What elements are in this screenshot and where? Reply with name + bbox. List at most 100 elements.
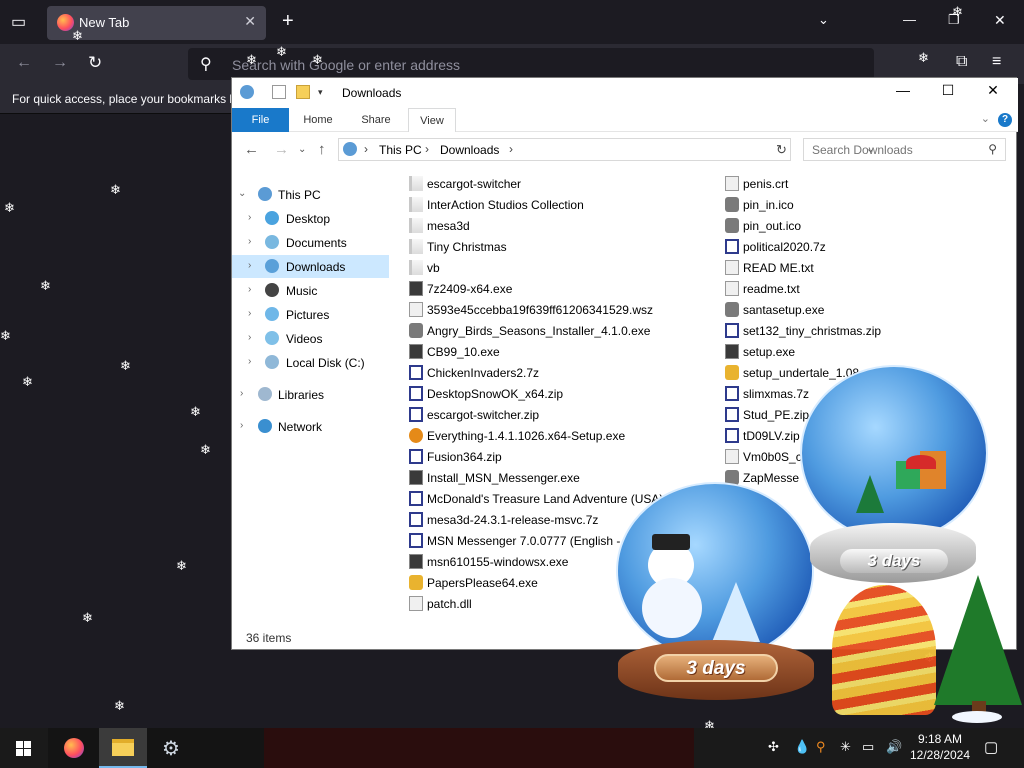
minimize-button[interactable]: — (903, 12, 916, 27)
tray-snowflake-icon[interactable]: ✳ (840, 739, 851, 755)
properties-icon[interactable] (272, 85, 286, 99)
file-item[interactable]: READ ME.txt (725, 257, 1024, 278)
file-item[interactable]: InterAction Studios Collection (409, 194, 709, 215)
ribbon-home-tab[interactable]: Home (294, 108, 342, 132)
explorer-minimize-button[interactable]: — (880, 82, 926, 104)
ribbon-share-tab[interactable]: Share (352, 108, 400, 132)
reload-icon[interactable]: ↻ (88, 53, 102, 73)
tray-drop-icon[interactable]: 💧 (794, 739, 810, 755)
volume-icon[interactable]: 🔊 (886, 739, 902, 755)
file-item[interactable]: Angry_Birds_Seasons_Installer_4.1.0.exe (409, 320, 709, 341)
file-item[interactable]: escargot-switcher (409, 173, 709, 194)
chevron-right-icon[interactable]: › (248, 236, 251, 247)
doc-file-icon (409, 596, 423, 611)
search-input[interactable] (804, 139, 974, 160)
nav-item-network[interactable]: › Network (232, 415, 389, 438)
chevron-right-icon[interactable]: › (248, 332, 251, 343)
nav-item-local-disk[interactable]: › Local Disk (C:) (232, 351, 389, 374)
chevron-right-icon[interactable]: › (248, 308, 251, 319)
notifications-icon[interactable]: ▢ (984, 738, 998, 756)
chevron-right-icon[interactable]: › (240, 420, 243, 431)
file-item[interactable]: santasetup.exe (725, 299, 1024, 320)
extensions-icon[interactable]: ⧉ (956, 53, 967, 71)
file-item[interactable]: setup.exe (725, 341, 1024, 362)
file-item[interactable]: escargot-switcher.zip (409, 404, 709, 425)
breadcrumb-separator-icon[interactable]: › (364, 142, 368, 156)
breadcrumb-downloads[interactable]: Downloads (440, 143, 499, 157)
address-bar[interactable]: › This PC › Downloads › ⌄ (338, 138, 875, 161)
nav-item-videos[interactable]: › Videos (232, 327, 389, 350)
file-name: ChickenInvaders2.7z (427, 366, 540, 380)
expanded-icon[interactable]: ⌄ (238, 188, 246, 199)
new-folder-icon[interactable] (296, 85, 310, 99)
file-item[interactable]: Tiny Christmas (409, 236, 709, 257)
chevron-right-icon[interactable]: › (240, 388, 243, 399)
ribbon-expand-icon[interactable]: ⌄ (981, 112, 990, 125)
nav-label: This PC (278, 188, 321, 202)
customize-qat-icon[interactable]: ▾ (318, 87, 328, 101)
file-item[interactable]: readme.txt (725, 278, 1024, 299)
address-row: ← → ⌄ ↑ › This PC › Downloads › ⌄ ↻ ⚲ (232, 133, 1018, 167)
doc-file-icon (725, 281, 739, 296)
breadcrumb-this-pc[interactable]: This PC (379, 143, 422, 157)
file-item[interactable]: Everything-1.4.1.1026.x64-Setup.exe (409, 425, 709, 446)
up-arrow-icon[interactable]: ↑ (318, 141, 326, 158)
explorer-maximize-button[interactable]: ☐ (925, 82, 971, 104)
chevron-right-icon[interactable]: › (248, 284, 251, 295)
explorer-close-button[interactable]: ✕ (970, 82, 1016, 104)
nav-item-desktop[interactable]: › Desktop (232, 207, 389, 230)
nav-item-downloads[interactable]: › Downloads (232, 255, 389, 278)
file-item[interactable]: DesktopSnowOK_x64.zip (409, 383, 709, 404)
file-item[interactable]: penis.crt (725, 173, 1024, 194)
file-item[interactable]: pin_out.ico (725, 215, 1024, 236)
nav-item-libraries[interactable]: › Libraries (232, 383, 389, 406)
ribbon-file-tab[interactable]: File (232, 108, 289, 132)
tray-search-icon[interactable]: ⚲ (816, 739, 826, 755)
forward-icon[interactable]: → (52, 54, 68, 72)
tab-close-button[interactable]: ✕ (244, 13, 256, 30)
taskbar-settings-button[interactable]: ⚙ (148, 728, 196, 768)
start-button[interactable] (0, 728, 48, 768)
file-item[interactable]: 3593e45ccebba19f639ff61206341529.wsz (409, 299, 709, 320)
tab-list-icon[interactable]: ▭ (11, 12, 26, 32)
file-name: Everything-1.4.1.1026.x64-Setup.exe (427, 429, 626, 443)
search-box[interactable]: ⚲ (803, 138, 1006, 161)
help-icon[interactable]: ? (998, 113, 1012, 127)
close-button[interactable]: ✕ (994, 12, 1006, 29)
taskbar-explorer-button[interactable] (99, 728, 147, 768)
file-item[interactable]: set132_tiny_christmas.zip (725, 320, 1024, 341)
url-bar[interactable]: ⚲ Search with Google or enter address (188, 48, 874, 80)
file-item[interactable]: Fusion364.zip (409, 446, 709, 467)
taskbar-clock[interactable]: 9:18 AM 12/28/2024 (904, 731, 976, 763)
back-icon[interactable]: ← (16, 54, 32, 72)
tray-app-icon[interactable]: ✣ (768, 739, 779, 755)
file-item[interactable]: mesa3d (409, 215, 709, 236)
forward-arrow-icon[interactable]: → (274, 141, 289, 158)
breadcrumb-separator-icon[interactable]: › (509, 142, 513, 156)
network-icon[interactable]: ▭ (862, 739, 874, 755)
file-item[interactable]: 7z2409-x64.exe (409, 278, 709, 299)
file-item[interactable]: political2020.7z (725, 236, 1024, 257)
menu-icon[interactable]: ≡ (992, 53, 1001, 71)
file-item[interactable]: vb (409, 257, 709, 278)
back-arrow-icon[interactable]: ← (244, 141, 259, 158)
nav-item-music[interactable]: › Music (232, 279, 389, 302)
nav-item-documents[interactable]: › Documents (232, 231, 389, 254)
new-tab-button[interactable]: + (282, 10, 294, 33)
breadcrumb-separator-icon[interactable]: › (425, 142, 429, 156)
ribbon-view-tab[interactable]: View (408, 108, 456, 132)
snowflake-icon: ❄ (200, 442, 211, 457)
taskbar-firefox-button[interactable] (50, 728, 98, 768)
nav-label: Desktop (286, 212, 331, 226)
chevron-right-icon[interactable]: › (248, 356, 251, 367)
file-item[interactable]: ChickenInvaders2.7z (409, 362, 709, 383)
list-all-tabs-icon[interactable]: ⌄ (818, 12, 829, 28)
file-item[interactable]: pin_in.ico (725, 194, 1024, 215)
recent-locations-icon[interactable]: ⌄ (298, 144, 306, 155)
chevron-right-icon[interactable]: › (248, 212, 251, 223)
nav-item-pictures[interactable]: › Pictures (232, 303, 389, 326)
chevron-right-icon[interactable]: › (248, 260, 251, 271)
nav-item-this-pc[interactable]: ⌄ This PC (232, 183, 389, 206)
file-item[interactable]: CB99_10.exe (409, 341, 709, 362)
refresh-icon[interactable]: ↻ (776, 142, 787, 158)
